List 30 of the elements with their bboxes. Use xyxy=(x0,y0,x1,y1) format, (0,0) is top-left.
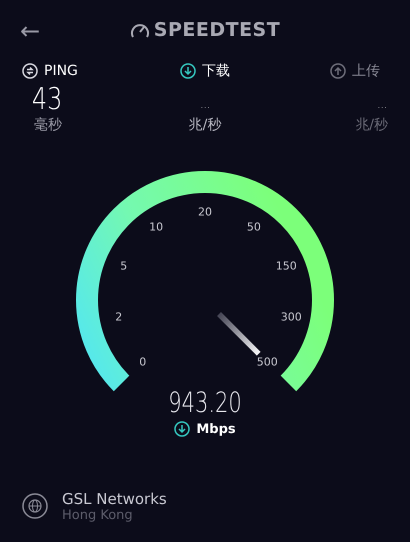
metric-label: 下载 xyxy=(202,62,230,80)
back-button[interactable]: ← xyxy=(20,17,40,45)
gauge-tick-label: 300 xyxy=(280,310,302,324)
speed-reading: 943.20 xyxy=(168,386,242,419)
gauge-tick-label: 2 xyxy=(115,310,122,324)
metric-value: ... xyxy=(376,96,387,114)
speed-unit: Mbps xyxy=(196,422,236,436)
server-name: GSL Networks xyxy=(62,490,167,508)
gauge-tick-label: 20 xyxy=(198,206,212,218)
metric-unit: 毫秒 xyxy=(34,116,62,134)
gauge-tick-label: 10 xyxy=(149,220,164,234)
download-icon xyxy=(180,63,196,79)
gauge-tick-label: 150 xyxy=(276,260,297,273)
metric-label: PING xyxy=(44,63,78,79)
metric-label: 上传 xyxy=(352,62,380,80)
app-logo: SPEEDTEST xyxy=(154,19,280,41)
gauge-tick-label: 5 xyxy=(120,260,128,273)
download-icon xyxy=(174,421,190,437)
upload-icon xyxy=(330,63,346,79)
ping-icon xyxy=(22,63,38,79)
metric-unit: 兆/秒 xyxy=(355,116,388,134)
gauge-icon xyxy=(130,21,150,39)
globe-icon xyxy=(22,493,48,519)
metric-unit: 兆/秒 xyxy=(188,116,222,134)
server-location: Hong Kong xyxy=(62,508,134,522)
metric-value: 43 xyxy=(32,81,62,116)
metric-value: ... xyxy=(200,96,210,114)
gauge-tick-label: 0 xyxy=(139,356,146,369)
gauge-tick-label: 500 xyxy=(256,356,278,369)
gauge-tick-label: 50 xyxy=(246,220,261,234)
